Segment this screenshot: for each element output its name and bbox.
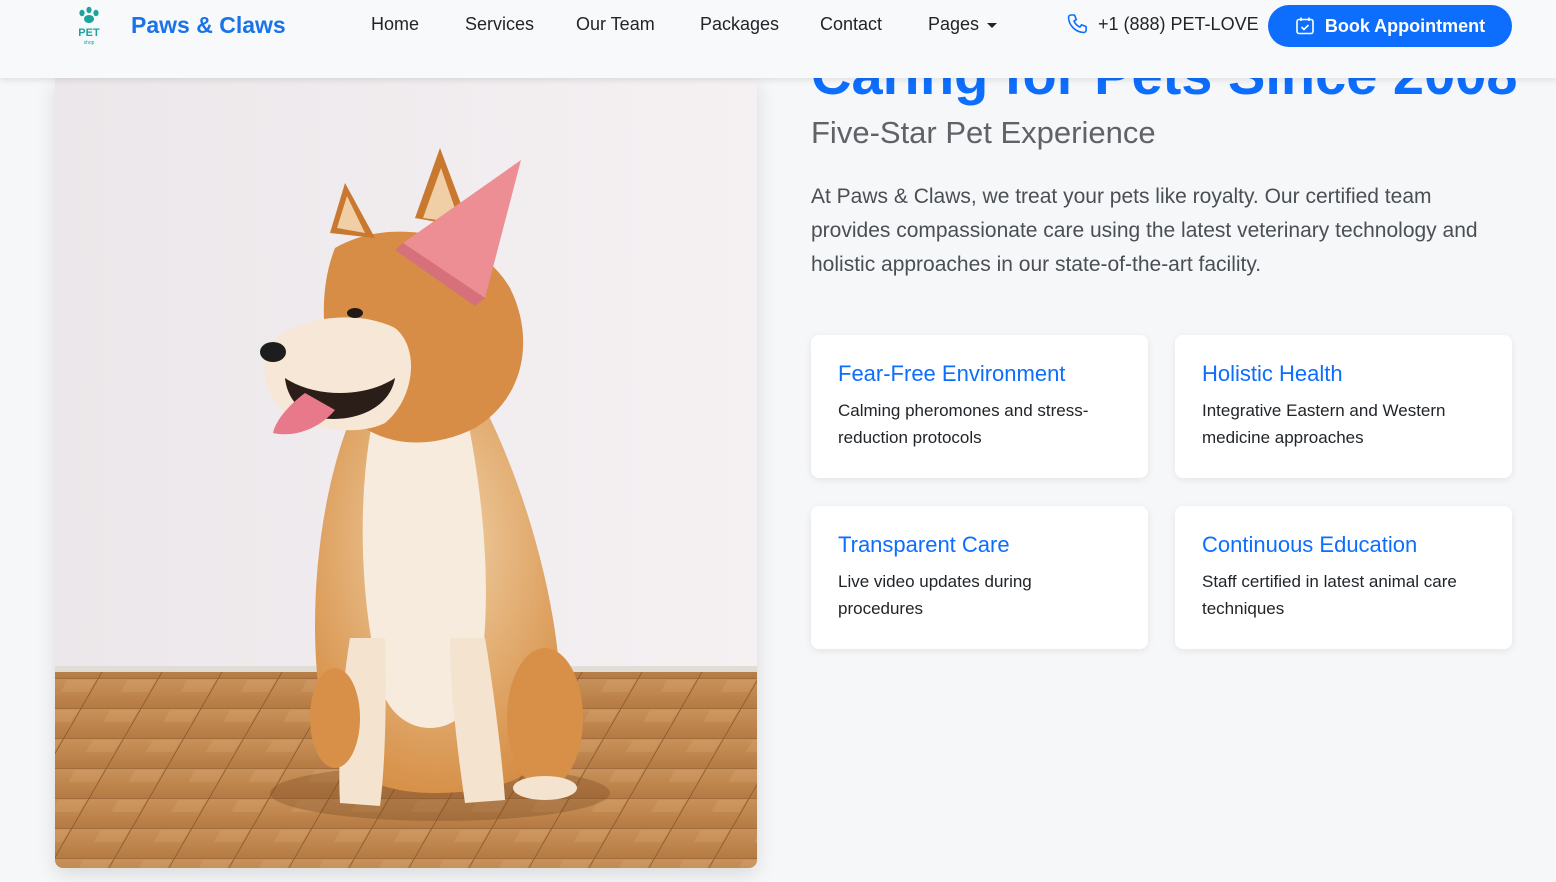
shiba-dog-photo: [55, 78, 757, 868]
feature-text: Integrative Eastern and Western medicine…: [1202, 401, 1446, 447]
feature-text: Calming pheromones and stress-reduction …: [838, 401, 1089, 447]
caret-down-icon: [987, 23, 998, 28]
feature-card-continuous-education: Continuous Education Staff certified in …: [1175, 506, 1512, 649]
hero-subtitle: Five-Star Pet Experience: [811, 115, 1156, 150]
hero-photo: [55, 78, 757, 868]
book-appointment-button[interactable]: Book Appointment: [1268, 5, 1512, 47]
logo-text-bottom: shop: [84, 40, 95, 46]
feature-title: Holistic Health: [1202, 361, 1343, 386]
brand-name[interactable]: Paws & Claws: [131, 12, 286, 39]
feature-card-fear-free: Fear-Free Environment Calming pheromones…: [811, 335, 1148, 478]
feature-card-holistic-health: Holistic Health Integrative Eastern and …: [1175, 335, 1512, 478]
nav-packages[interactable]: Packages: [700, 14, 779, 35]
feature-title: Fear-Free Environment: [838, 361, 1066, 386]
logo-text-top: PET: [78, 27, 100, 39]
paw-logo-icon: PET shop: [78, 6, 100, 46]
nav-pages-dropdown[interactable]: Pages: [928, 14, 998, 35]
phone-number: +1 (888) PET-LOVE: [1098, 13, 1259, 34]
feature-text: Staff certified in latest animal care te…: [1202, 572, 1457, 618]
feature-text: Live video updates during procedures: [838, 572, 1032, 618]
phone-icon: [1067, 14, 1087, 34]
brand[interactable]: PET shop Paws & Claws: [75, 6, 286, 46]
nav-contact[interactable]: Contact: [820, 14, 882, 35]
feature-title: Transparent Care: [838, 532, 1010, 557]
phone-link[interactable]: +1 (888) PET-LOVE: [1066, 12, 1259, 36]
book-appointment-label: Book Appointment: [1324, 15, 1486, 36]
nav-home[interactable]: Home: [371, 14, 419, 35]
nav-pages-label: Pages: [928, 14, 980, 34]
calendar-check-icon: [1296, 17, 1314, 35]
hero-lead-paragraph: At Paws & Claws, we treat your pets like…: [811, 185, 1478, 276]
feature-title: Continuous Education: [1202, 532, 1418, 557]
feature-card-transparent-care: Transparent Care Live video updates duri…: [811, 506, 1148, 649]
nav-services[interactable]: Services: [465, 14, 534, 35]
navbar: PET shop Paws & Claws Home Services Our …: [0, 0, 1556, 78]
page: Caring for Pets Since 2008 PET shop Paws…: [0, 0, 1556, 882]
nav-our-team[interactable]: Our Team: [576, 14, 655, 35]
